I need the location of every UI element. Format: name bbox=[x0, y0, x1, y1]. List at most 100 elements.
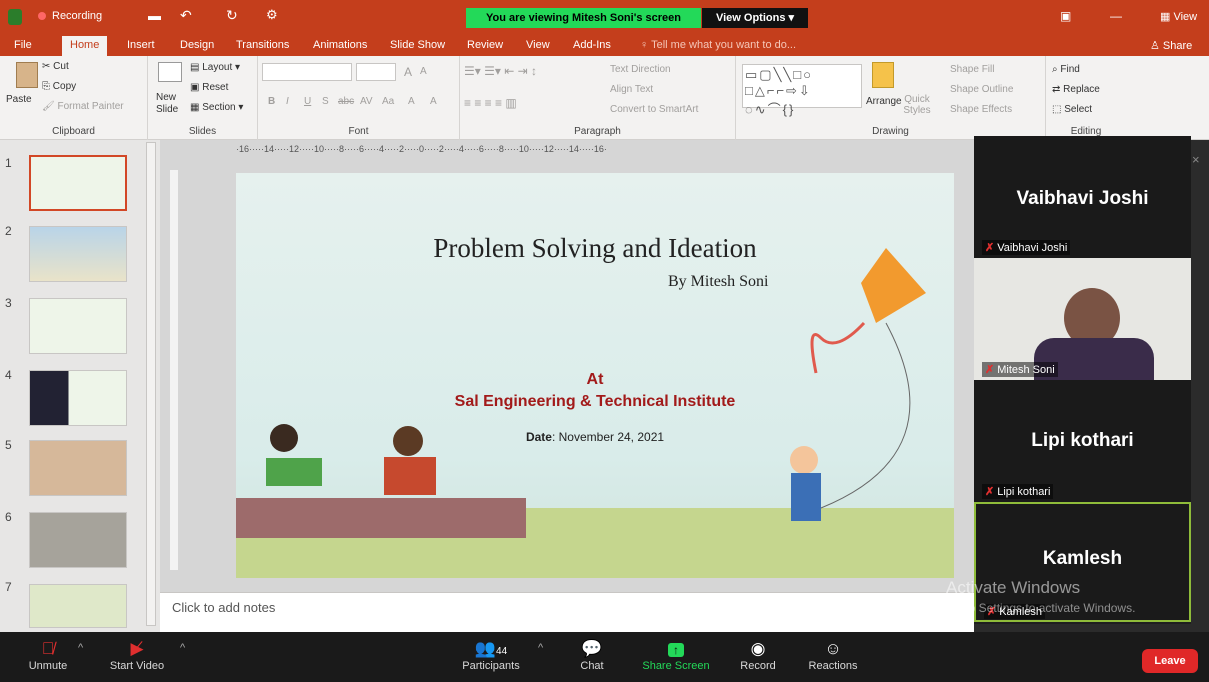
slide-thumbnail-6[interactable] bbox=[29, 512, 127, 568]
new-slide-icon[interactable] bbox=[158, 62, 182, 82]
slide-thumbnail-2[interactable] bbox=[29, 226, 127, 282]
participant-video-tile[interactable]: ✗ Mitesh Soni bbox=[974, 258, 1191, 380]
shape-outline-button[interactable]: Shape Outline bbox=[950, 84, 1013, 95]
format-painter-button[interactable]: 🖌 Format Painter bbox=[42, 101, 124, 112]
font-color-button[interactable]: A bbox=[430, 96, 437, 107]
leave-button[interactable]: Leave bbox=[1142, 649, 1198, 673]
participants-chevron-icon[interactable]: ^ bbox=[538, 642, 543, 654]
tab-slide-show[interactable]: Slide Show bbox=[390, 39, 445, 51]
arrange-icon[interactable] bbox=[872, 62, 894, 88]
clear-formatting-button[interactable]: A bbox=[408, 96, 415, 107]
share-screen-button[interactable]: ↑ Share Screen bbox=[636, 638, 716, 672]
font-name-field[interactable] bbox=[262, 63, 352, 81]
close-icon[interactable]: × bbox=[1192, 152, 1200, 167]
tab-view[interactable]: View bbox=[526, 39, 550, 51]
reactions-button[interactable]: ☺ Reactions bbox=[800, 638, 866, 672]
start-video-button[interactable]: ▶̸ Start Video bbox=[100, 638, 174, 672]
record-icon: ◉ bbox=[750, 639, 766, 658]
restore-icon[interactable]: ▣ bbox=[1060, 9, 1071, 23]
new-slide-button[interactable]: New Slide bbox=[156, 92, 186, 116]
horizontal-ruler: ·16·····14·····12·····10·····8·····6····… bbox=[236, 144, 607, 154]
tab-review[interactable]: Review bbox=[467, 39, 503, 51]
shadow-button[interactable]: S bbox=[322, 96, 329, 107]
slide-thumbnail-5[interactable] bbox=[29, 440, 127, 496]
chat-button[interactable]: 💬 Chat bbox=[570, 638, 614, 672]
participant-tile[interactable]: Lipi kothari ✗ Lipi kothari bbox=[974, 380, 1191, 502]
thumbnail-number: 6 bbox=[5, 510, 12, 524]
start-video-label: Start Video bbox=[109, 660, 165, 672]
paste-icon[interactable] bbox=[16, 62, 38, 88]
participant-name: Kamlesh bbox=[1042, 548, 1123, 569]
align-buttons[interactable]: ≡ ≡ ≡ ≡ ▥ bbox=[464, 96, 517, 110]
participants-button[interactable]: 👥44 Participants bbox=[452, 638, 530, 672]
paste-button[interactable]: Paste bbox=[6, 94, 32, 105]
copy-button[interactable]: ⎘ Copy bbox=[42, 81, 76, 92]
thumbnail-number: 7 bbox=[5, 580, 12, 594]
replace-label: Replace bbox=[1063, 84, 1100, 95]
replace-button[interactable]: ⇄ Replace bbox=[1052, 84, 1100, 95]
italic-button[interactable]: I bbox=[286, 96, 289, 107]
paragraph-group: ☰▾ ☰▾ ⇤ ⇥ ↕ ≡ ≡ ≡ ≡ ▥ Text Direction Ali… bbox=[460, 56, 736, 140]
notes-pane[interactable]: Click to add notes bbox=[160, 592, 974, 632]
thumbnail-scrollbar[interactable] bbox=[146, 142, 156, 626]
thumbnail-number: 4 bbox=[5, 368, 12, 382]
slide-thumbnail-3[interactable] bbox=[29, 298, 127, 354]
tab-transitions[interactable]: Transitions bbox=[236, 39, 289, 51]
reset-button[interactable]: ▣ Reset bbox=[190, 82, 228, 93]
tab-add-ins[interactable]: Add-Ins bbox=[573, 39, 611, 51]
save-icon[interactable]: ▬ bbox=[148, 8, 161, 23]
layout-button[interactable]: ▤ Layout ▾ bbox=[190, 62, 240, 73]
slide-thumbnail-4[interactable] bbox=[29, 370, 127, 426]
date-label: Date bbox=[525, 430, 552, 444]
unmute-button[interactable]: 🎙̸ Unmute bbox=[20, 638, 76, 672]
grow-font-button[interactable]: A bbox=[404, 65, 412, 79]
view-button[interactable]: ▦ View bbox=[1160, 10, 1197, 23]
shape-effects-button[interactable]: Shape Effects bbox=[950, 104, 1012, 115]
slide-thumbnail-1[interactable] bbox=[29, 155, 127, 211]
undo-icon[interactable]: ↶ bbox=[180, 7, 192, 24]
font-group: A A B I U S abc AV Aa A A Font bbox=[258, 56, 460, 140]
convert-smartart-button[interactable]: Convert to SmartArt bbox=[610, 104, 698, 115]
tab-animations[interactable]: Animations bbox=[313, 39, 367, 51]
shrink-font-button[interactable]: A bbox=[420, 66, 427, 77]
open-book bbox=[384, 457, 436, 495]
share-button[interactable]: ♙ Share bbox=[1150, 39, 1192, 52]
participants-count: 44 bbox=[496, 646, 508, 657]
record-button[interactable]: ◉ Record bbox=[734, 638, 782, 672]
customize-icon[interactable]: ⚙ bbox=[266, 7, 278, 23]
slide-title: Problem Solving and Ideation bbox=[433, 233, 757, 263]
video-options-chevron-icon[interactable]: ^ bbox=[180, 642, 185, 654]
meeting-controls: 🎙̸ Unmute ^ ▶̸ Start Video ^ 👥44 Participan… bbox=[0, 632, 1209, 682]
redo-icon[interactable]: ↻ bbox=[226, 7, 238, 24]
select-button[interactable]: ⬚ Select bbox=[1052, 104, 1092, 115]
quick-styles-button[interactable]: Quick Styles bbox=[902, 94, 932, 116]
arrange-button[interactable]: Arrange bbox=[866, 96, 902, 107]
shape-fill-button[interactable]: Shape Fill bbox=[950, 64, 994, 75]
tab-file[interactable]: File bbox=[14, 39, 32, 51]
bullets-button[interactable]: ☰▾ ☰▾ ⇤ ⇥ ↕ bbox=[464, 64, 537, 78]
minimize-icon[interactable]: — bbox=[1110, 9, 1122, 23]
tab-insert[interactable]: Insert bbox=[127, 39, 155, 51]
font-size-field[interactable] bbox=[356, 63, 396, 81]
strikethrough-button[interactable]: abc bbox=[338, 96, 354, 107]
change-case-button[interactable]: Aa bbox=[382, 96, 394, 107]
find-button[interactable]: ⌕ Find bbox=[1052, 64, 1080, 75]
section-button[interactable]: ▦ Section ▾ bbox=[190, 102, 243, 113]
view-options-button[interactable]: View Options ▾ bbox=[702, 8, 808, 28]
bold-button[interactable]: B bbox=[268, 96, 275, 107]
shapes-gallery[interactable]: ▭▢╲╲□○ □△⌐⌐⇨⇩ ◌∿⌒{} bbox=[742, 64, 862, 117]
slide-institute: Sal Engineering & Technical Institute bbox=[454, 393, 736, 410]
cut-button[interactable]: ✂ Cut bbox=[42, 61, 69, 72]
slide-thumbnail-7[interactable] bbox=[29, 584, 127, 628]
tell-me-search[interactable]: ♀ Tell me what you want to do... bbox=[640, 39, 796, 51]
align-text-button[interactable]: Align Text bbox=[610, 84, 653, 95]
char-spacing-button[interactable]: AV bbox=[360, 96, 373, 107]
tab-home[interactable]: Home bbox=[62, 36, 108, 56]
audio-options-chevron-icon[interactable]: ^ bbox=[78, 642, 83, 654]
text-direction-button[interactable]: Text Direction bbox=[610, 64, 671, 75]
underline-button[interactable]: U bbox=[304, 96, 311, 107]
title-bar: Recording ▬ ↶ ↻ ⚙ You are viewing Mitesh… bbox=[0, 0, 1209, 36]
participant-tile[interactable]: Vaibhavi Joshi ✗ Vaibhavi Joshi bbox=[974, 136, 1191, 258]
tab-design[interactable]: Design bbox=[180, 39, 214, 51]
slide-canvas[interactable]: Problem Solving and Ideation By Mitesh S… bbox=[236, 173, 954, 578]
